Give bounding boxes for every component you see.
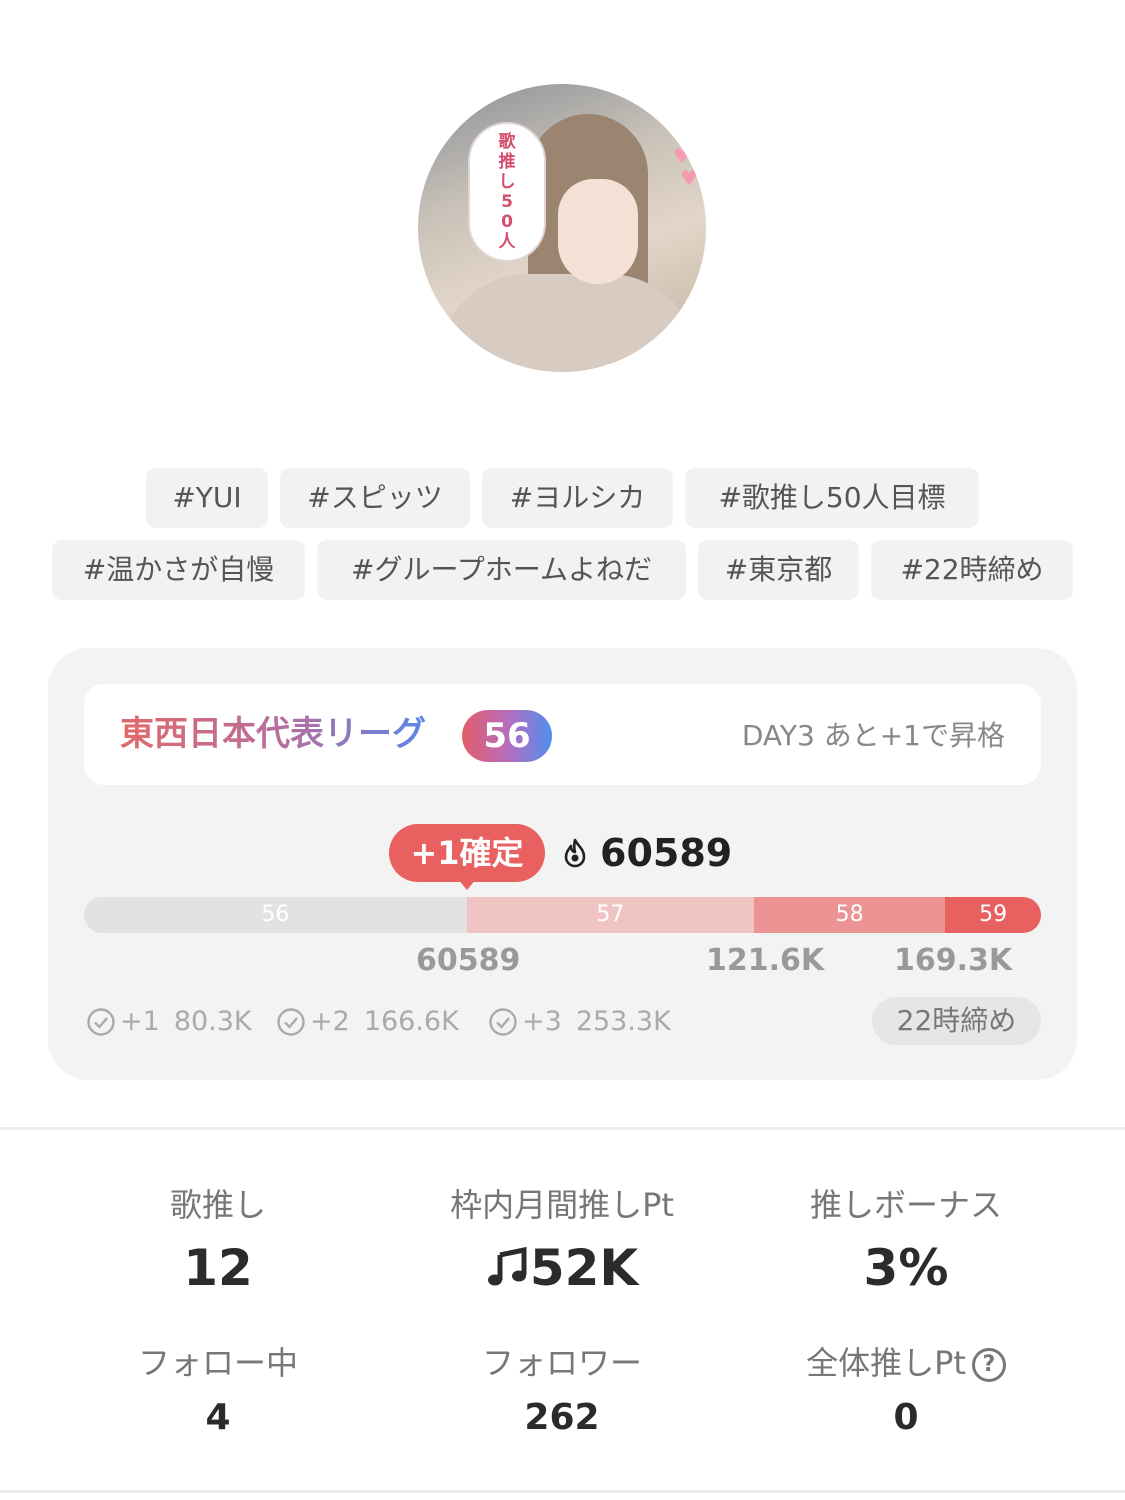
stat-monthly-pt-label: 枠内月間推しPt [450,1186,674,1224]
league-title: 東西日本代表リーグ [120,710,426,758]
heart-icon: ♥ [680,166,698,190]
tag-yorushika[interactable]: #ヨルシカ [482,468,673,528]
tag-spitz[interactable]: #スピッツ [280,468,470,528]
stat-monthly-pt[interactable]: 52K [402,1236,722,1300]
section-divider [0,1127,1125,1130]
bonus-label: +3 [522,1006,562,1037]
bubble-char: 推 [498,152,516,172]
bubble-char: し [498,172,516,192]
bonus-value: 166.6K [363,1006,459,1037]
avatar-speech-bubble: 歌 推 し 5 0 人 [468,122,546,262]
tag-warmth[interactable]: #温かさが自慢 [52,540,305,600]
tag-goal[interactable]: #歌推し50人目標 [685,468,979,528]
stat-following-label: フォロー中 [137,1344,298,1382]
check-circle-icon [489,1008,517,1036]
bonus-target: +1 80.3K [86,1000,252,1044]
flame-icon [564,838,586,868]
bottom-divider [0,1490,1125,1493]
bonus-label: +2 [310,1006,350,1037]
heart-icon: ♥ [673,144,691,168]
score-display: 60589 [560,828,732,878]
threshold-label: 121.6K [706,943,825,978]
stat-bonus-value: 3% [863,1239,949,1297]
deadline-chip: 22時締め [872,997,1041,1045]
stat-followers-label: フォロワー [481,1344,642,1382]
help-icon[interactable]: ? [971,1348,1006,1382]
bubble-char: 0 [501,212,513,232]
stat-monthly-pt-value: 52K [529,1239,639,1297]
stat-total-pt-label: 全体推しPt? [746,1340,1066,1386]
bubble-char: 歌 [498,132,516,152]
avatar-face [558,179,638,284]
stat-song-push-label: 歌推し [169,1186,266,1224]
threshold-label: 169.3K [894,943,1013,978]
confirm-badge: +1確定 [389,824,545,882]
league-status: DAY3 あと+1で昇格 [741,719,1005,752]
stat-bonus-label: 推しボーナス [809,1186,1002,1224]
stat-followers-value[interactable]: 262 [402,1393,722,1443]
bonus-value: 253.3K [575,1006,671,1037]
tag-group-home[interactable]: #グループホームよねだ [317,540,686,600]
stat-total-pt-value: 0 [893,1397,919,1438]
tag-yui[interactable]: #YUI [146,468,268,528]
threshold-label: 60589 [416,943,521,978]
league-progress-bar: 56 57 58 59 [84,897,1041,933]
bubble-char: 5 [501,192,513,212]
bonus-target: +2 166.6K [276,1000,459,1044]
profile-avatar[interactable]: 歌 推 し 5 0 人 ♥ ♥ [418,84,706,372]
progress-segment: 56 [84,897,467,933]
tag-deadline[interactable]: #22時締め [871,540,1073,600]
bonus-value: 80.3K [173,1006,252,1037]
progress-segment: 59 [945,897,1041,933]
progress-segment: 57 [466,897,754,933]
league-rank-badge: 56 [462,710,552,762]
avatar-body [438,274,698,372]
progress-segment: 58 [753,897,946,933]
tag-tokyo[interactable]: #東京都 [698,540,859,600]
check-circle-icon [277,1008,305,1036]
music-note-icon [487,1246,527,1286]
confirm-badge-pointer [457,878,477,890]
stat-total-pt-label-text: 全体推しPt [806,1344,966,1382]
check-circle-icon [87,1008,115,1036]
bonus-label: +1 [120,1006,160,1037]
bubble-char: 人 [498,232,516,252]
stat-song-push-value[interactable]: 12 [58,1236,378,1300]
bonus-target: +3 253.3K [488,1000,671,1044]
stat-following-value[interactable]: 4 [58,1393,378,1443]
score-value: 60589 [600,831,733,875]
